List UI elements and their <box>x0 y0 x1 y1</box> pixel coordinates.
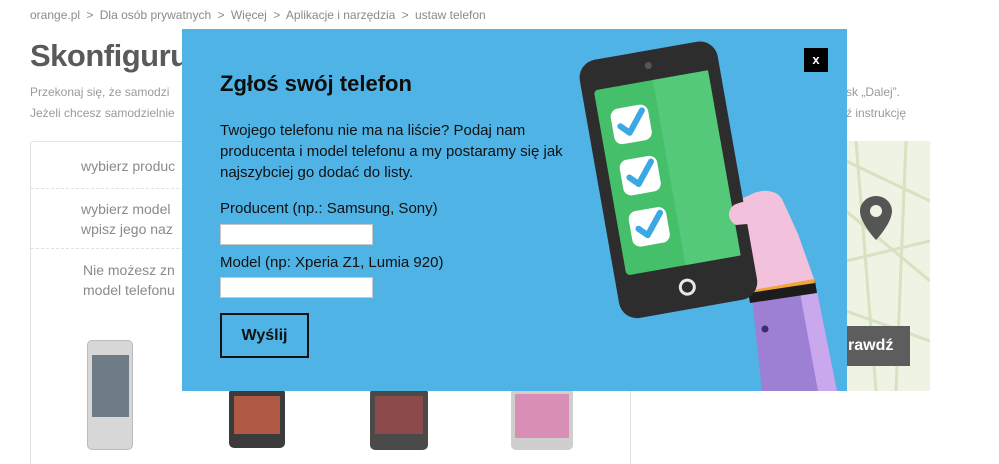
phone-thumbnail[interactable] <box>229 388 285 448</box>
breadcrumb-item-more[interactable]: Więcej <box>231 8 267 22</box>
phone-thumbnail-screen <box>375 396 423 434</box>
phone-thumbnail-screen <box>515 394 569 438</box>
model-label: Model (np: Xperia Z1, Lumia 920) <box>220 254 444 271</box>
selector-row-label: wybierz produc <box>81 158 176 174</box>
phone-thumbnail-screen <box>234 396 280 434</box>
producer-label: Producent (np.: Samsung, Sony) <box>220 200 438 217</box>
intro-text: Przekonaj się, że samodzi Jeżeli chcesz … <box>30 82 175 124</box>
modal-title: Zgłoś swój telefon <box>220 71 412 96</box>
producer-input[interactable] <box>220 224 373 245</box>
cant-find-line: model telefonu <box>83 282 175 298</box>
breadcrumb-item-apps[interactable]: Aplikacje i narzędzia <box>286 8 395 22</box>
sleeve-button <box>761 325 769 333</box>
submit-button[interactable]: Wyślij <box>220 313 309 358</box>
page-title: Skonfiguru <box>30 38 189 73</box>
checkmark-icon <box>610 104 652 145</box>
checkmark-icon <box>628 207 670 247</box>
selector-row-label: wpisz jego naz <box>81 221 173 237</box>
breadcrumb-separator: > <box>273 8 281 22</box>
phone-thumbnail[interactable] <box>87 340 133 450</box>
breadcrumb-item-current: ustaw telefon <box>414 8 486 22</box>
checkmark-icon <box>619 155 661 196</box>
intro-line: sk „Dalej”. <box>846 85 901 99</box>
modal-description: Twojego telefonu nie ma na liście? Podaj… <box>220 122 563 181</box>
phone-thumbnail[interactable] <box>511 388 573 450</box>
report-phone-modal: x Zgłoś swój telefon Twojego telefonu ni… <box>182 29 847 391</box>
phone-illustration <box>579 41 837 391</box>
intro-line: Przekonaj się, że samodzi <box>30 85 170 99</box>
selector-row-label: wybierz model <box>81 201 171 217</box>
breadcrumb-item-private[interactable]: Dla osób prywatnych <box>100 8 211 22</box>
model-input[interactable] <box>220 277 373 298</box>
breadcrumb-separator: > <box>401 8 409 22</box>
breadcrumb-separator: > <box>86 8 94 22</box>
intro-line: Jeżeli chcesz samodzielnie <box>30 106 175 120</box>
intro-text-right: sk „Dalej”. ź instrukcję <box>846 82 906 124</box>
phone-thumbnail-screen <box>92 355 129 417</box>
cant-find-text: Nie możesz zn model telefonu <box>83 260 175 300</box>
check-coverage-button[interactable]: rawdź <box>846 326 910 366</box>
cant-find-line: Nie możesz zn <box>83 262 175 278</box>
breadcrumb-separator: > <box>217 8 225 22</box>
phone-device <box>579 41 758 319</box>
breadcrumb: orange.pl > Dla osób prywatnych > Więcej… <box>30 8 486 22</box>
intro-line[interactable]: ź instrukcję <box>846 103 906 124</box>
breadcrumb-item-home[interactable]: orange.pl <box>30 8 80 22</box>
phone-thumbnail[interactable] <box>370 388 428 450</box>
